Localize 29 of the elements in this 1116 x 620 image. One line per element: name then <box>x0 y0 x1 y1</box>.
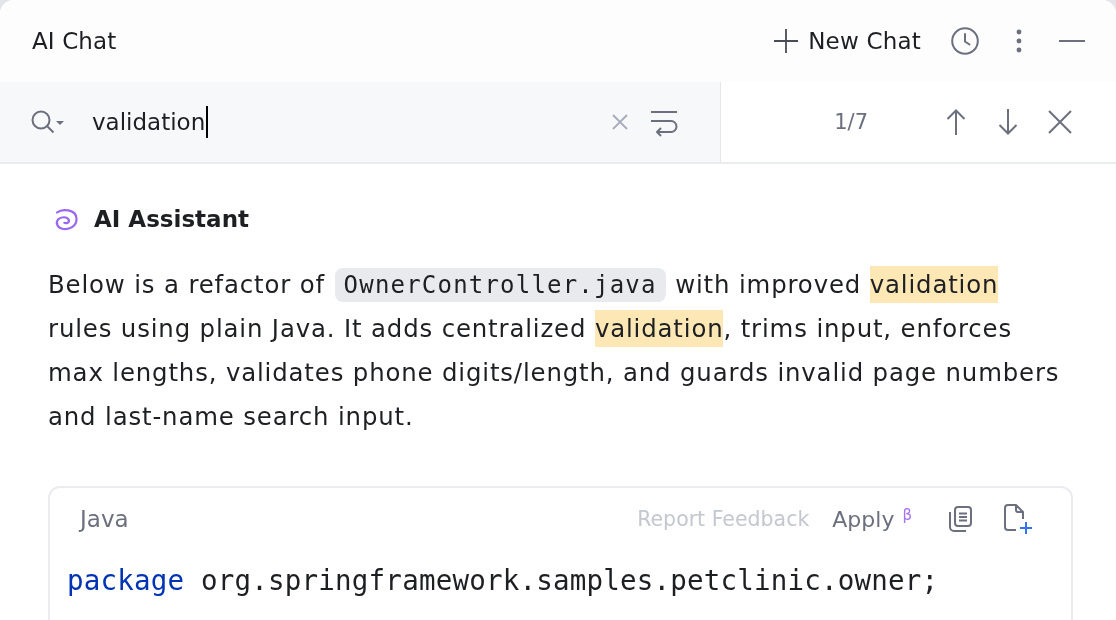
plus-icon <box>774 29 799 53</box>
search-icon <box>31 110 64 134</box>
language-label: Java <box>80 506 129 532</box>
history-button[interactable] <box>951 27 979 55</box>
apply-button[interactable]: Apply $^{β}$ <box>832 506 912 532</box>
new-file-icon <box>1002 504 1032 534</box>
match-count: 1/7 <box>834 110 868 134</box>
clear-icon <box>612 114 628 130</box>
wrap-toggle[interactable] <box>650 110 678 134</box>
minimize-icon <box>1059 40 1085 42</box>
copy-button[interactable] <box>948 506 972 532</box>
down-arrow-icon <box>998 109 1018 135</box>
previous-match-button[interactable] <box>946 109 966 135</box>
code-line: package org.springframework.samples.petclinic.owner; <box>66 563 940 598</box>
clock-icon <box>951 27 979 55</box>
new-chat-button[interactable]: New Chat <box>774 28 921 54</box>
more-button[interactable] <box>1016 29 1022 53</box>
close-search-button[interactable] <box>1048 110 1072 134</box>
message-text: Below is a refactor of OwnerController.java with improved validation rules using plain Java. It adds centralized validation, trims input, enforces max lengths, validates phone digits/length, and guards invalid page numbers and last-name search input. <box>48 263 1065 439</box>
search-field[interactable]: validation <box>0 82 721 162</box>
insert-file-button[interactable] <box>1002 504 1032 534</box>
panel-title: AI Chat <box>32 28 117 54</box>
author-name: AI Assistant <box>94 206 249 232</box>
next-match-button[interactable] <box>998 109 1018 135</box>
up-arrow-icon <box>946 109 966 135</box>
wrap-icon <box>650 110 678 134</box>
close-icon <box>1048 110 1072 134</box>
copy-icon <box>948 506 972 532</box>
more-icon <box>1016 29 1022 53</box>
